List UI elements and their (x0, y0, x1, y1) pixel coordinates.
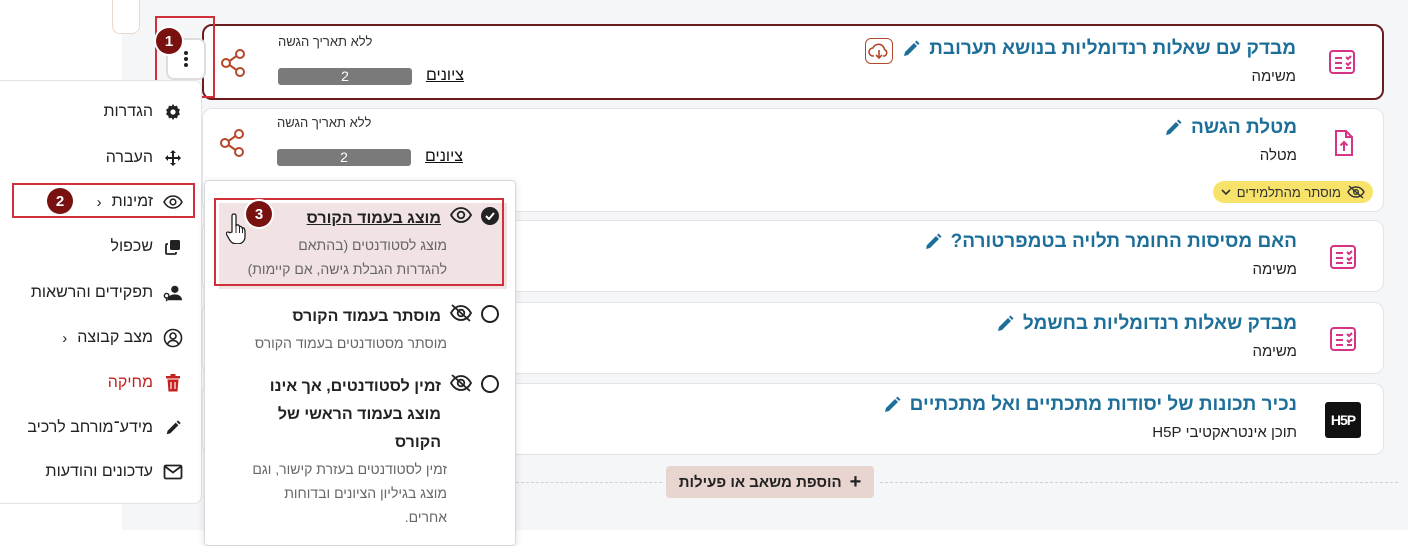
due-date: ללא תאריך הגשה (277, 115, 372, 130)
envelope-icon (163, 462, 183, 482)
menu-item-duplicate[interactable]: שכפול (111, 232, 183, 262)
activity-title-link[interactable]: מבדק עם שאלות רנדומליות בנושא תערובת (901, 38, 1296, 60)
option-description-line: אחרים. (404, 509, 447, 525)
share-icon[interactable] (217, 128, 247, 158)
activity-title-link[interactable]: מטלת הגשה (1163, 117, 1297, 139)
menu-item-extended-info[interactable]: מידע־מורחב לרכיב (27, 413, 183, 443)
menu-item-label: מידע־מורחב לרכיב (27, 419, 153, 436)
menu-item-label: הגדרות (103, 103, 153, 120)
activity-title[interactable]: האם מסיסות החומר תלויה בטמפרטורה? (951, 231, 1297, 253)
menu-item-label: תפקידים והרשאות (30, 284, 153, 301)
user-key-icon (163, 283, 183, 303)
h5p-icon: H5P (1321, 398, 1365, 442)
add-activity-button[interactable]: + הוספת משאב או פעילות (666, 466, 874, 498)
chevron-down-icon (1221, 189, 1231, 196)
hidden-from-students-badge[interactable]: מוסתר מהתלמידים (1212, 181, 1373, 203)
menu-item-roles[interactable]: תפקידים והרשאות (31, 278, 183, 308)
eye-slash-icon (449, 303, 473, 323)
menu-item-label: שכפול (110, 238, 153, 255)
pencil-icon (163, 418, 183, 438)
menu-item-label: עדכונים והודעות (45, 463, 153, 480)
activity-type: מטלה (1259, 147, 1297, 164)
add-activity-label: הוספת משאב או פעילות (678, 473, 842, 491)
pencil-icon[interactable] (995, 314, 1015, 334)
activity-title[interactable]: מטלת הגשה (1191, 117, 1297, 139)
section-divider (516, 482, 662, 483)
step-marker: 1 (156, 28, 182, 54)
option-description: זמין לסטודנטים בעזרת קישור, וגם מוצג בגי… (213, 457, 499, 529)
option-title: זמין לסטודנטים, אך אינו מוצג בעמוד הראשי… (270, 373, 441, 457)
option-description-line: זמין לסטודנטים בעזרת קישור, וגם (252, 461, 447, 477)
submission-count-bar: 2 (278, 68, 412, 85)
quiz-icon (1320, 40, 1364, 84)
menu-item-delete[interactable]: מחיקה (108, 368, 183, 398)
gear-icon (163, 102, 183, 122)
pencil-icon[interactable] (1163, 118, 1183, 138)
menu-item-updates[interactable]: עדכונים והודעות (46, 457, 183, 487)
activity-card: מבדק עם שאלות רנדומליות בנושא תערובת משי… (202, 24, 1384, 100)
group-icon (163, 328, 183, 348)
menu-item-label: מצב קבוצה (77, 329, 153, 346)
activity-action-menu: הגדרות העברה זמינות ‹ שכפול תפקידים והרש… (0, 80, 202, 504)
activity-title-link[interactable]: האם מסיסות החומר תלויה בטמפרטורה? (923, 231, 1297, 253)
step-marker: 2 (47, 188, 73, 214)
activity-title[interactable]: מבדק שאלות רנדומליות בחשמל (1023, 313, 1297, 335)
due-date: ללא תאריך הגשה (278, 34, 373, 49)
grades-link[interactable]: ציונים (425, 148, 463, 166)
availability-option-stealth[interactable]: זמין לסטודנטים, אך אינו מוצג בעמוד הראשי… (213, 373, 499, 529)
upload-file-icon (1321, 121, 1365, 165)
duplicate-icon (163, 237, 183, 257)
availability-option-hide[interactable]: מוסתר בעמוד הקורס מוסתר מסטודנטים בעמוד … (213, 303, 499, 355)
pencil-icon[interactable] (901, 39, 921, 59)
grades-link[interactable]: ציונים (426, 67, 464, 85)
option-title: מוסתר בעמוד הקורס (292, 308, 441, 325)
activity-title-link[interactable]: מבדק שאלות רנדומליות בחשמל (995, 313, 1297, 335)
download-icon[interactable] (865, 38, 893, 64)
chevron-left-icon: ‹ (62, 329, 68, 347)
option-description: מוסתר מסטודנטים בעמוד הקורס (213, 331, 499, 355)
option-title-line: זמין לסטודנטים, אך אינו (269, 378, 441, 395)
section-divider (880, 482, 1398, 483)
hand-cursor-icon (225, 212, 252, 245)
menu-item-settings[interactable]: הגדרות (103, 97, 183, 127)
option-title-line: הקורס (394, 434, 441, 451)
activity-type: תוכן אינטראקטיבי H5P (1152, 424, 1297, 441)
pencil-icon[interactable] (923, 232, 943, 252)
activity-type: משימה (1252, 343, 1297, 360)
activity-type: משימה (1252, 261, 1297, 278)
option-description-line: מוצג בגיליון הציונים ובדוחות (284, 485, 447, 501)
eye-slash-icon (1347, 185, 1365, 199)
menu-item-move[interactable]: העברה (106, 143, 183, 173)
quiz-icon (1321, 317, 1365, 361)
option-description-line: מוסתר מסטודנטים בעמוד הקורס (254, 335, 447, 351)
eye-slash-icon (449, 373, 473, 393)
menu-item-group-mode[interactable]: מצב קבוצה ‹ (62, 323, 183, 353)
plus-icon: + (849, 471, 862, 493)
activity-title[interactable]: נכיר תכונות של יסודות מתכתיים ואל מתכתיי… (910, 394, 1297, 416)
radio-icon[interactable] (481, 305, 499, 323)
menu-item-label: העברה (105, 149, 153, 166)
activity-title-link[interactable]: נכיר תכונות של יסודות מתכתיים ואל מתכתיי… (882, 394, 1297, 416)
menu-item-label: מחיקה (107, 374, 153, 391)
trash-icon (163, 373, 183, 393)
share-icon[interactable] (218, 48, 248, 78)
h5p-logo: H5P (1325, 402, 1361, 438)
radio-icon[interactable] (481, 375, 499, 393)
highlight-box (12, 183, 195, 218)
badge-label: מוסתר מהתלמידים (1236, 184, 1341, 200)
quiz-icon (1321, 235, 1365, 279)
activity-title[interactable]: מבדק עם שאלות רנדומליות בנושא תערובת (929, 38, 1296, 60)
move-icon (163, 148, 183, 168)
activity-type: משימה (1251, 68, 1296, 85)
pencil-icon[interactable] (882, 395, 902, 415)
previous-card-edge (112, 0, 140, 34)
submission-count-bar: 2 (277, 149, 411, 166)
option-title-line: מוצג בעמוד הראשי של (277, 406, 441, 423)
